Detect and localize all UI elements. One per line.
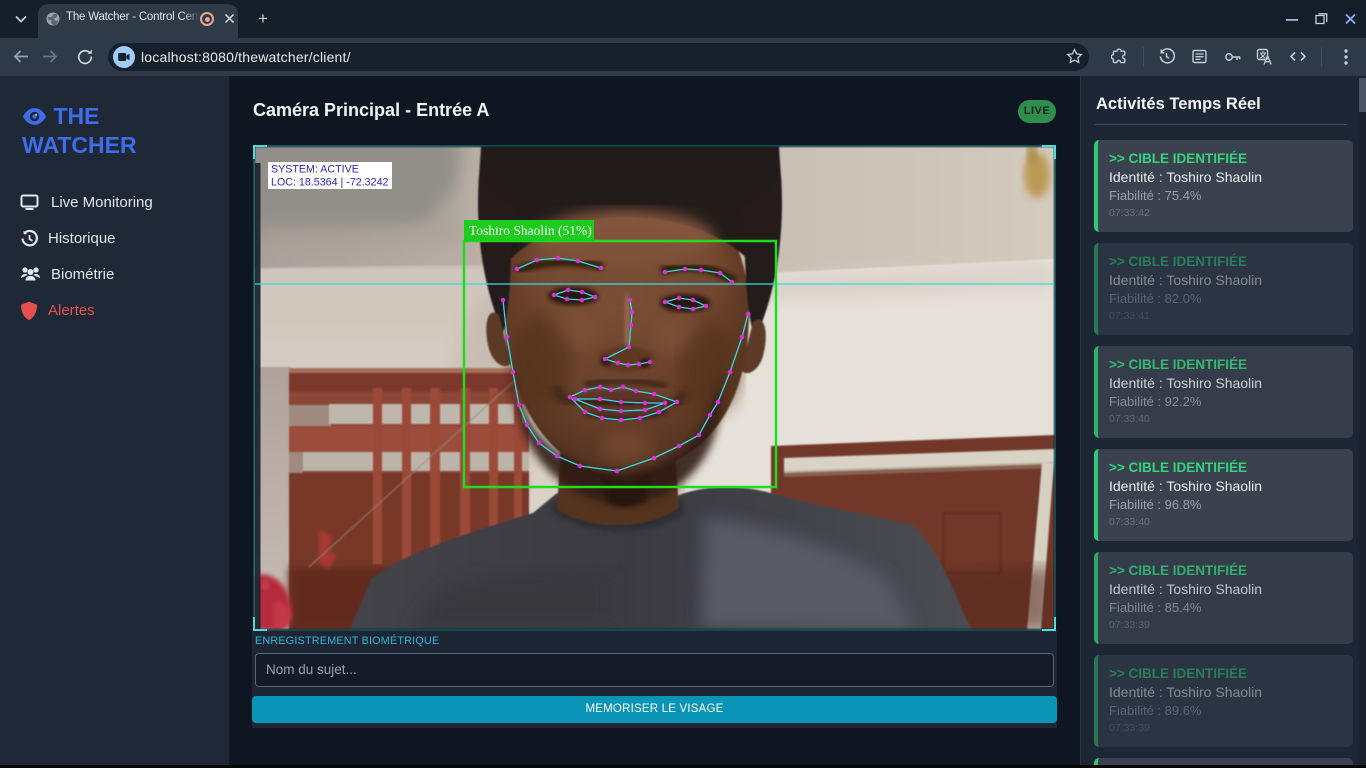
svg-text:LOC: 18.5364 | -72.3242: LOC: 18.5364 | -72.3242 — [271, 177, 389, 189]
svg-text:Toshiro Shaolin (51%): Toshiro Shaolin (51%) — [469, 223, 592, 238]
svg-text:SYSTEM: ACTIVE: SYSTEM: ACTIVE — [271, 164, 359, 176]
